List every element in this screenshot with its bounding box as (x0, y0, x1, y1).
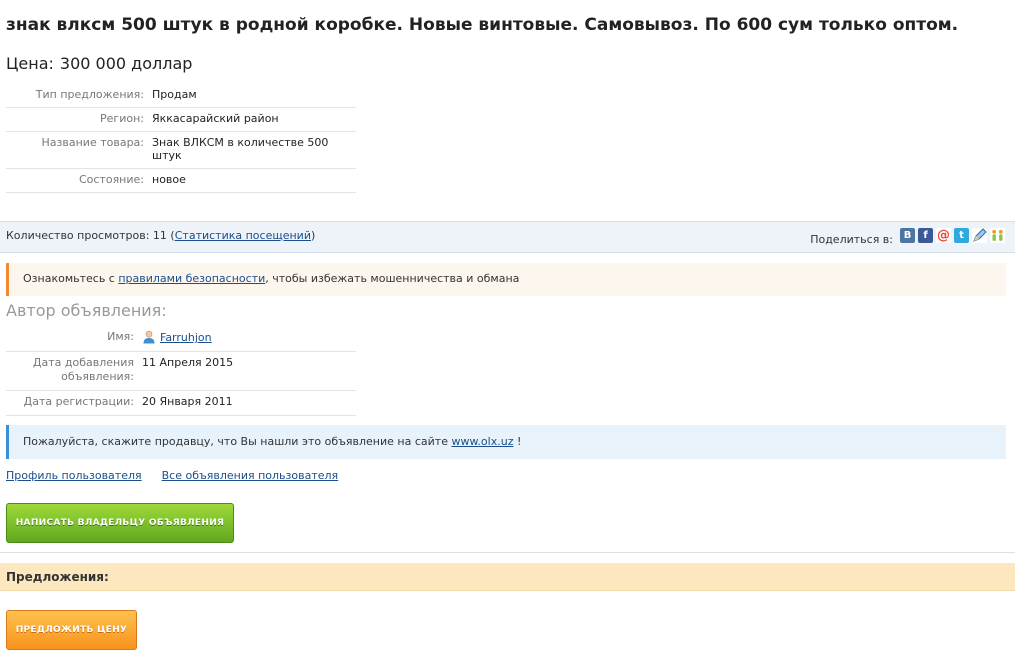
notice-text: Пожалуйста, скажите продавцу, что Вы наш… (23, 435, 522, 448)
price-value: 300 000 доллар (59, 54, 193, 73)
param-value: Продам (152, 84, 356, 108)
author-row: Дата регистрации: 20 Января 2011 (6, 390, 356, 416)
views-count: Количество просмотров: 11 (Статистика по… (6, 229, 316, 242)
param-row: Название товара: Знак ВЛКСМ в количестве… (6, 131, 356, 169)
safety-text: Ознакомьтесь с правилами безопасности, ч… (23, 272, 520, 285)
ad-params-table: Тип предложения: Продам Регион: Яккасара… (6, 84, 356, 193)
user-profile-link[interactable]: Профиль пользователя (6, 469, 142, 482)
added-date: 11 Апреля 2015 (142, 351, 356, 391)
author-section-title: Автор объявления: (6, 301, 167, 320)
offers-bar: Предложения: (0, 563, 1015, 591)
site-link[interactable]: www.olx.uz (451, 435, 513, 448)
author-row: Имя: Farruhjon (6, 326, 356, 352)
user-all-ads-link[interactable]: Все объявления пользователя (162, 469, 339, 482)
safety-rules-link[interactable]: правилами безопасности (118, 272, 265, 285)
divider (0, 552, 1015, 553)
added-date-label: Дата добавления объявления: (6, 351, 142, 391)
share-block: Поделиться в: B f @ t (810, 228, 1005, 246)
views-bar: Количество просмотров: 11 (Статистика по… (0, 221, 1015, 253)
price: Цена: 300 000 доллар (6, 54, 192, 73)
user-links: Профиль пользователя Все объявления польз… (6, 469, 338, 482)
share-label: Поделиться в: (810, 233, 893, 246)
param-row: Регион: Яккасарайский район (6, 107, 356, 132)
ad-title: знак влксм 500 штук в родной коробке. Но… (6, 15, 959, 35)
registration-date-label: Дата регистрации: (6, 390, 142, 416)
site-notice: Пожалуйста, скажите продавцу, что Вы наш… (6, 425, 1006, 459)
stats-link[interactable]: Статистика посещений (175, 229, 311, 242)
author-name-link[interactable]: Farruhjon (160, 331, 212, 344)
mail-icon[interactable]: @ (936, 228, 951, 243)
user-icon (142, 330, 156, 344)
param-value: Яккасарайский район (152, 107, 356, 132)
write-owner-button[interactable]: НАПИСАТЬ ВЛАДЕЛЬЦУ ОБЪЯВЛЕНИЯ (6, 503, 234, 543)
param-key: Регион: (6, 107, 152, 132)
registration-date: 20 Января 2011 (142, 390, 356, 416)
offer-price-button[interactable]: ПРЕДЛОЖИТЬ ЦЕНУ (6, 610, 137, 650)
param-row: Тип предложения: Продам (6, 84, 356, 108)
author-name-cell: Farruhjon (142, 326, 356, 352)
safety-notice: Ознакомьтесь с правилами безопасности, ч… (6, 263, 1006, 296)
odnoklassniki-icon[interactable] (990, 228, 1005, 243)
param-key: Состояние: (6, 168, 152, 193)
livejournal-icon[interactable] (972, 228, 987, 243)
author-name-label: Имя: (6, 326, 142, 352)
vk-icon[interactable]: B (900, 228, 915, 243)
twitter-icon[interactable]: t (954, 228, 969, 243)
author-row: Дата добавления объявления: 11 Апреля 20… (6, 351, 356, 391)
param-key: Название товара: (6, 131, 152, 169)
param-key: Тип предложения: (6, 84, 152, 108)
author-table: Имя: Farruhjon Дата добавления объявлени… (6, 326, 356, 416)
param-value: Знак ВЛКСМ в количестве 500 штук (152, 131, 356, 169)
param-row: Состояние: новое (6, 168, 356, 193)
facebook-icon[interactable]: f (918, 228, 933, 243)
price-label: Цена: (6, 54, 54, 73)
param-value: новое (152, 168, 356, 193)
offers-title: Предложения: (6, 570, 109, 584)
